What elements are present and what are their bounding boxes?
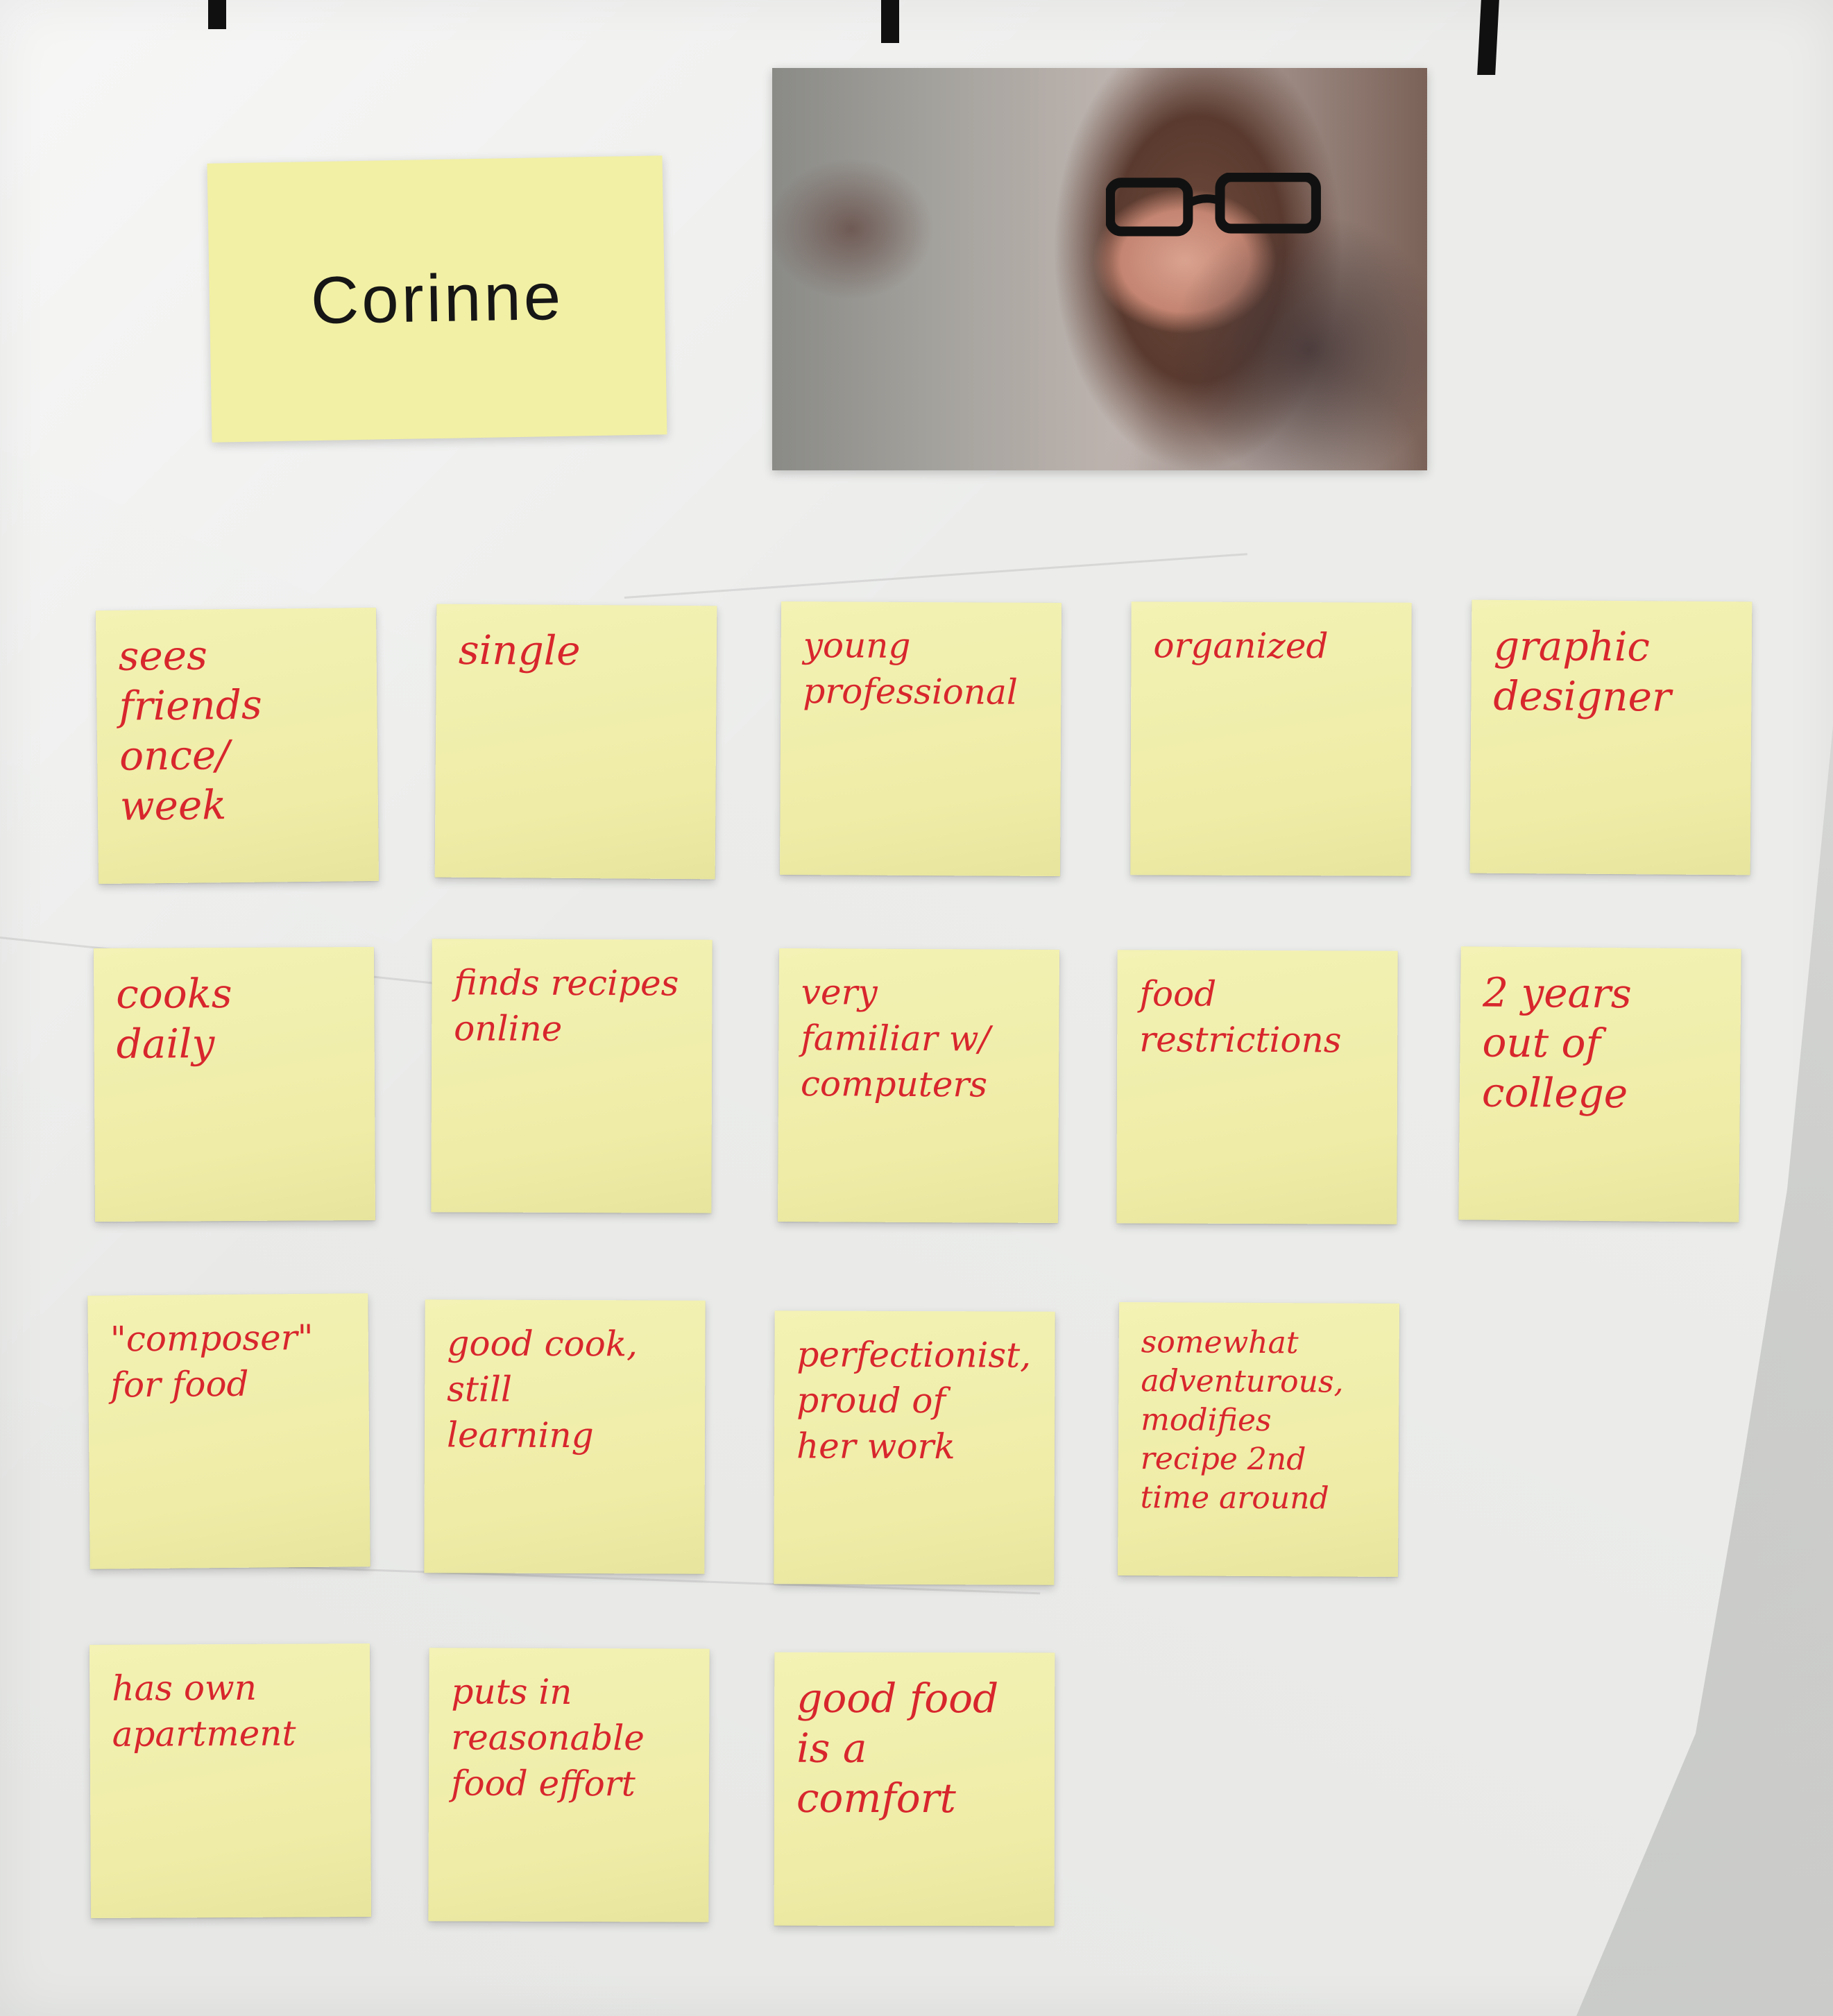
sticky-note: finds recipes online <box>431 939 713 1213</box>
sticky-note: cooks daily <box>93 946 376 1222</box>
sticky-note: good food is a comfort <box>774 1652 1055 1927</box>
note-text: good cook, still learning <box>446 1323 638 1456</box>
note-text: organized <box>1153 625 1329 667</box>
sticky-note: good cook, still learning <box>424 1299 706 1574</box>
note-text: sees friends once/ week <box>118 631 263 830</box>
persona-photo <box>772 68 1427 470</box>
black-tape <box>208 0 226 29</box>
note-text: cooks daily <box>116 970 232 1068</box>
note-text: 2 years out of college <box>1481 968 1632 1118</box>
note-text: young professional <box>803 625 1018 712</box>
sticky-note: single <box>434 604 717 880</box>
note-text: puts in reasonable food effort <box>450 1671 645 1804</box>
sticky-note: "composer" for food <box>87 1293 370 1569</box>
sticky-note: 2 years out of college <box>1458 946 1741 1222</box>
sticky-note: puts in reasonable food effort <box>428 1648 710 1922</box>
sticky-note: organized <box>1130 601 1412 876</box>
sticky-note: perfectionist, proud of her work <box>774 1310 1055 1585</box>
sticky-note: sees friends once/ week <box>95 607 380 885</box>
note-text: perfectionist, proud of her work <box>796 1334 1032 1467</box>
sticky-note: very familiar w/ computers <box>777 948 1060 1224</box>
note-text: finds recipes online <box>454 962 679 1049</box>
note-text: somewhat adventurous, modifies recipe 2n… <box>1140 1324 1344 1517</box>
paper-crease <box>624 553 1247 599</box>
note-text: has own apartment <box>112 1667 296 1754</box>
sticky-note: graphic designer <box>1469 599 1753 875</box>
glasses-illustration <box>1106 172 1322 237</box>
note-text: good food is a comfort <box>796 1674 999 1822</box>
note-text: "composer" for food <box>110 1317 314 1406</box>
note-text: single <box>458 626 581 675</box>
sticky-note: food restrictions <box>1116 950 1398 1224</box>
black-tape <box>881 0 899 43</box>
note-text: food restrictions <box>1139 973 1342 1061</box>
sticky-note: has own apartment <box>89 1643 372 1919</box>
sticky-note: somewhat adventurous, modifies recipe 2n… <box>1117 1301 1400 1578</box>
note-text: graphic designer <box>1493 622 1671 721</box>
note-text: very familiar w/ computers <box>800 972 991 1105</box>
sticky-note: young professional <box>779 601 1062 877</box>
persona-name-card: Corinne <box>207 155 667 443</box>
persona-name: Corinne <box>309 259 564 339</box>
